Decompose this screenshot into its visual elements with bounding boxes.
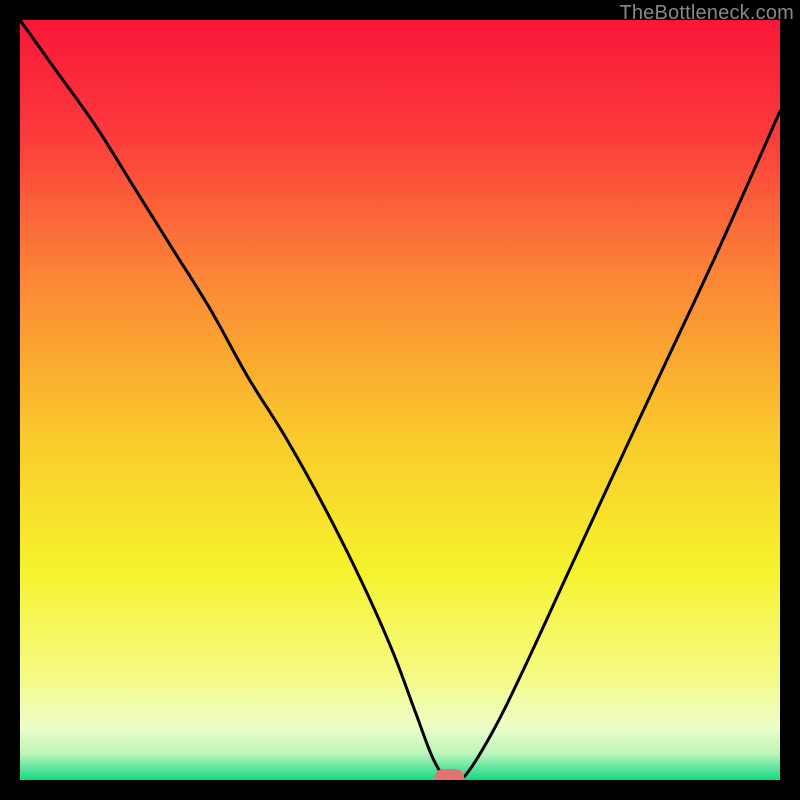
- watermark-label: TheBottleneck.com: [619, 2, 794, 25]
- plot-area: [20, 20, 780, 780]
- chart-frame: TheBottleneck.com: [0, 0, 800, 800]
- chart-svg: [20, 20, 780, 780]
- optimal-marker: [434, 769, 464, 780]
